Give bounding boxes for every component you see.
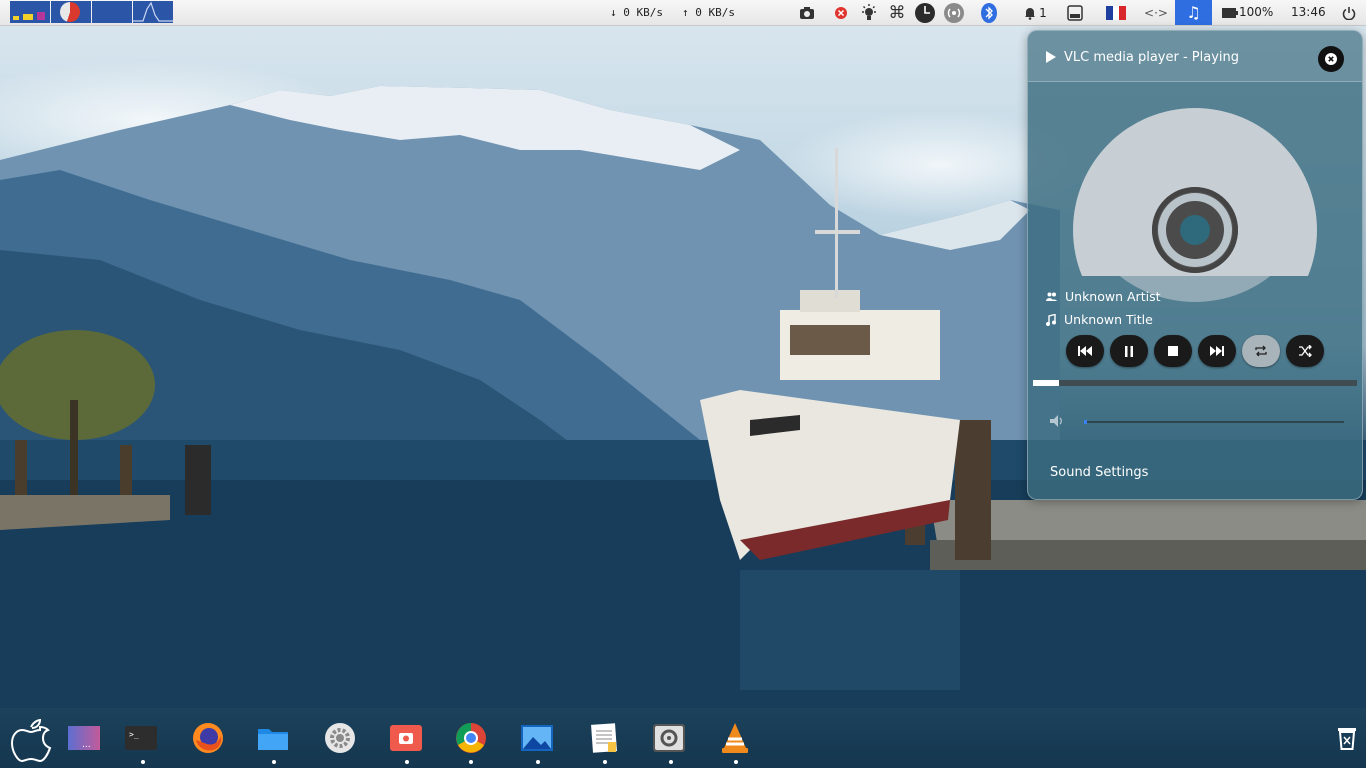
command-icon[interactable]: ⌘ <box>886 2 908 23</box>
terminal-icon[interactable]: >_ <box>123 720 159 756</box>
vlc-header: VLC media player - Playing <box>1028 31 1362 82</box>
previous-button[interactable] <box>1066 335 1104 367</box>
screenshot-app-icon[interactable] <box>388 720 424 756</box>
skip-back-icon <box>1078 346 1092 356</box>
files-icon[interactable] <box>255 720 291 756</box>
close-icon <box>1325 53 1337 65</box>
shuffle-icon <box>1298 345 1312 357</box>
running-indicator <box>405 760 409 764</box>
volume-level <box>1084 420 1087 424</box>
seek-progress <box>1033 380 1059 386</box>
running-indicator <box>603 760 607 764</box>
clock-icon[interactable] <box>913 2 937 23</box>
running-indicator <box>141 760 145 764</box>
image-viewer-icon[interactable] <box>519 720 555 756</box>
text-editor-icon[interactable] <box>586 720 622 756</box>
running-indicator <box>734 760 738 764</box>
trash-icon[interactable] <box>1330 720 1364 756</box>
power-icon[interactable] <box>1340 2 1358 23</box>
close-button[interactable] <box>1318 46 1344 72</box>
vlc-player-title: VLC media player - Playing <box>1064 50 1240 65</box>
clock-time[interactable]: 13:46 <box>1291 5 1326 19</box>
track-artist: Unknown Artist <box>1065 289 1161 304</box>
repeat-button[interactable] <box>1242 335 1280 367</box>
close-red-icon[interactable] <box>832 2 850 23</box>
running-indicator <box>469 760 473 764</box>
skip-forward-icon <box>1210 346 1224 356</box>
flag-fr-icon[interactable] <box>1104 2 1128 23</box>
pause-button[interactable] <box>1110 335 1148 367</box>
album-art <box>1028 81 1362 276</box>
music-note-icon <box>1046 313 1056 326</box>
firefox-icon[interactable] <box>190 720 226 756</box>
volume-slider[interactable] <box>1084 420 1344 424</box>
screenshot-icon[interactable] <box>797 2 817 23</box>
system-settings-icon[interactable] <box>651 720 687 756</box>
vlc-icon[interactable] <box>717 720 753 756</box>
battery-icon[interactable] <box>1221 2 1239 23</box>
workspace-1[interactable] <box>10 1 50 23</box>
play-icon <box>1046 51 1056 63</box>
volume-icon[interactable] <box>1050 415 1066 427</box>
sound-settings-link[interactable]: Sound Settings <box>1050 465 1148 480</box>
running-indicator <box>536 760 540 764</box>
running-indicator <box>669 760 673 764</box>
svg-text:...: ... <box>82 740 91 750</box>
graph-icon <box>133 1 173 22</box>
notification-count: 1 <box>1039 5 1047 20</box>
network-download-rate: ↓ 0 KB/s <box>610 6 663 19</box>
track-title: Unknown Title <box>1064 312 1153 327</box>
chrome-icon[interactable] <box>453 720 489 756</box>
network-icon[interactable]: <·> <box>1143 2 1169 23</box>
broadcast-icon[interactable] <box>942 2 966 23</box>
workspace-4[interactable] <box>133 1 173 23</box>
track-artist-row: Unknown Artist <box>1046 289 1160 304</box>
pause-icon <box>1125 345 1133 357</box>
stop-icon <box>1168 346 1178 356</box>
repeat-icon <box>1255 345 1267 357</box>
next-button[interactable] <box>1198 335 1236 367</box>
network-upload-rate: ↑ 0 KB/s <box>682 6 735 19</box>
shuffle-button[interactable] <box>1286 335 1324 367</box>
notification-icon[interactable]: 1 <box>1020 2 1050 23</box>
storage-icon[interactable] <box>1065 2 1085 23</box>
battery-percentage: 100% <box>1239 5 1274 19</box>
apple-icon[interactable] <box>8 713 54 763</box>
track-title-row: Unknown Title <box>1046 312 1153 327</box>
people-icon <box>1046 292 1057 301</box>
music-note-icon[interactable]: ♫ <box>1175 0 1212 25</box>
brightness-icon[interactable] <box>858 2 880 23</box>
top-panel: ↓ 0 KB/s ↑ 0 KB/s ⌘ 1 <·> ♫ 100% 13:46 <box>0 0 1366 26</box>
seek-bar[interactable] <box>1033 380 1357 386</box>
cpu-pie-icon <box>60 2 80 22</box>
vlc-media-popup: VLC media player - Playing Unknown Artis… <box>1027 30 1363 500</box>
workspace-3[interactable] <box>92 1 132 23</box>
running-indicator <box>272 760 276 764</box>
svg-text:>_: >_ <box>129 730 139 739</box>
bluetooth-icon[interactable] <box>978 2 1000 23</box>
workspace-2[interactable] <box>51 1 91 23</box>
workspace-preview-icon[interactable]: ... <box>66 720 102 756</box>
dock: ... >_ <box>0 708 1366 768</box>
stop-button[interactable] <box>1154 335 1192 367</box>
settings-gear-icon[interactable] <box>322 720 358 756</box>
